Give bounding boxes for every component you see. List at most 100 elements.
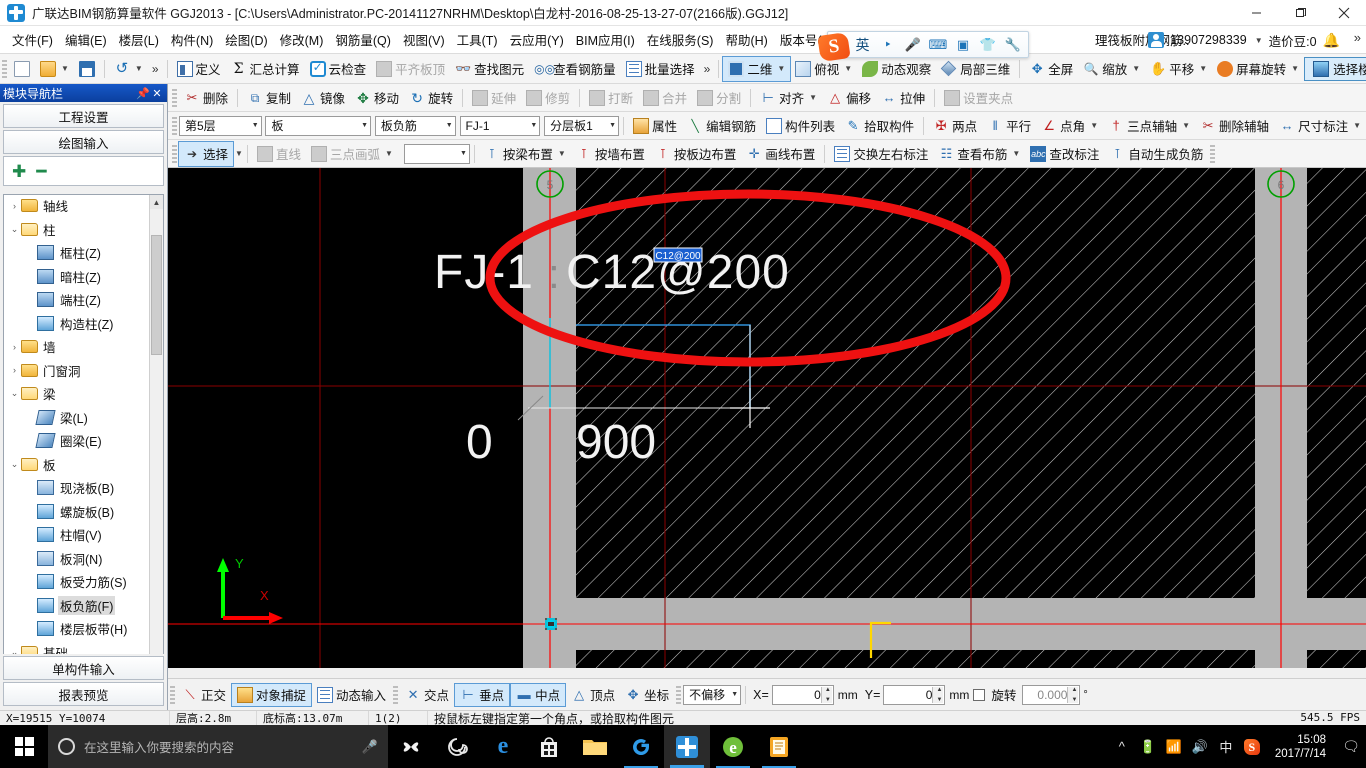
modify-move-button[interactable]: ✥ 移动: [350, 86, 404, 110]
menu-bim-app[interactable]: BIM应用(I): [570, 27, 641, 52]
quick-open-button[interactable]: ▼: [35, 57, 74, 81]
toolbar-2d-button[interactable]: 二维 ▼: [722, 55, 792, 82]
rotate-up-icon[interactable]: ▲: [1071, 687, 1077, 693]
modify-rotate-button[interactable]: ↻ 旋转: [404, 86, 458, 110]
tree-item[interactable]: › 墙: [4, 335, 149, 359]
edit-annotation-button[interactable]: abc 查改标注: [1025, 142, 1104, 166]
menu-draw[interactable]: 绘图(D): [219, 27, 273, 52]
taskbar-clock[interactable]: 15:08 2017/7/14: [1265, 725, 1336, 768]
menu-online-svc[interactable]: 在线服务(S): [641, 27, 720, 52]
three-point-axis-button[interactable]: † 三点辅轴 ▼: [1103, 114, 1195, 138]
account-chevron-down-icon[interactable]: ▼: [1255, 36, 1263, 45]
taskbar-app-edge[interactable]: e: [480, 725, 526, 768]
component-tree[interactable]: 框柱(Z)剪力墙(Q)梁(L)现浇板(B)›轴线⌄柱框柱(Z)暗柱(Z)端柱(Z…: [3, 194, 164, 679]
ortho-button[interactable]: ⟍ 正交: [177, 683, 231, 707]
layer-combo-chevron-down-icon[interactable]: ▼: [603, 122, 616, 129]
rotate-down-icon[interactable]: ▼: [1071, 697, 1077, 703]
row1-overflow-left-icon[interactable]: »: [700, 62, 715, 76]
select-tool-chevron-down-icon[interactable]: ▼: [235, 149, 243, 158]
floor-combo[interactable]: 第5层 ▼: [179, 115, 262, 136]
modify-mirror-button[interactable]: △ 镜像: [296, 86, 350, 110]
tray-volume-icon[interactable]: 🔊: [1187, 725, 1213, 768]
tree-item[interactable]: 板洞(N): [4, 547, 149, 571]
taskbar-app-ggj[interactable]: [664, 725, 710, 768]
tree-expand-icon[interactable]: ›: [8, 342, 21, 352]
coins-label[interactable]: 造价豆:0: [1269, 31, 1317, 50]
collapse-all-icon[interactable]: ━: [36, 163, 46, 180]
screen-rotate-chevron-down-icon[interactable]: ▼: [1291, 64, 1299, 73]
taskbar-app-explorer[interactable]: [572, 725, 618, 768]
tree-expand-icon[interactable]: ›: [8, 365, 21, 375]
ime-tools-icon[interactable]: 🔧: [1005, 36, 1021, 54]
tree-item[interactable]: 框柱(Z): [4, 241, 149, 265]
open-chevron-down-icon[interactable]: ▼: [61, 64, 69, 73]
zoom-chevron-down-icon[interactable]: ▼: [1132, 64, 1140, 73]
menu-file[interactable]: 文件(F): [6, 27, 59, 52]
tree-scroll-thumb[interactable]: [151, 235, 162, 355]
component-type-combo[interactable]: 板负筋 ▼: [374, 115, 456, 136]
three-point-axis-chevron-down-icon[interactable]: ▼: [1182, 121, 1190, 130]
taskbar-app-ie[interactable]: e: [710, 725, 756, 768]
tree-item[interactable]: 现浇板(B): [4, 476, 149, 500]
arc-chevron-down-icon[interactable]: ▼: [385, 149, 393, 158]
toolbar-pan-button[interactable]: ✋ 平移 ▼: [1145, 57, 1212, 81]
offset-y-up-icon[interactable]: ▲: [936, 687, 942, 693]
search-mic-icon[interactable]: 🎤: [362, 739, 378, 755]
sogou-logo-icon[interactable]: S: [817, 32, 851, 62]
start-button[interactable]: [0, 725, 48, 768]
menu-view[interactable]: 视图(V): [397, 27, 451, 52]
modify-offset-button[interactable]: △ 偏移: [822, 86, 876, 110]
point-angle-chevron-down-icon[interactable]: ▼: [1090, 121, 1098, 130]
taskbar-app-spiral[interactable]: [434, 725, 480, 768]
tray-sogou-icon[interactable]: S: [1239, 725, 1265, 768]
project-settings-button[interactable]: 工程设置: [3, 104, 164, 128]
tree-item[interactable]: 暗柱(Z): [4, 265, 149, 289]
tray-ime-lang-icon[interactable]: 中: [1213, 725, 1239, 768]
component-toolbar-grip[interactable]: [172, 116, 177, 135]
toolbar-summary-calc-button[interactable]: Σ 汇总计算: [226, 57, 305, 81]
by-slab-edge-button[interactable]: ⊺ 按板边布置: [650, 142, 742, 166]
align-chevron-down-icon[interactable]: ▼: [809, 93, 817, 102]
category-combo-chevron-down-icon[interactable]: ▼: [355, 122, 368, 129]
toolbar-find-element-button[interactable]: 👓 查找图元: [450, 57, 529, 81]
menu-edit[interactable]: 编辑(E): [59, 27, 113, 52]
offset-x-input[interactable]: 0 ▲ ▼: [771, 684, 834, 705]
view-rebar-layout-chevron-down-icon[interactable]: ▼: [1012, 149, 1020, 158]
taskbar-app-notes[interactable]: [756, 725, 802, 768]
tray-expand-icon[interactable]: ^: [1109, 725, 1135, 768]
ime-mic-icon[interactable]: 🎤: [905, 36, 921, 54]
snap-group-grip[interactable]: [393, 685, 399, 704]
vertex-snap-button[interactable]: △ 顶点: [566, 683, 620, 707]
topview-chevron-down-icon[interactable]: ▼: [844, 64, 852, 73]
coordinate-snap-button[interactable]: ✥ 坐标: [620, 683, 674, 707]
offset-mode-chevron-down-icon[interactable]: ▼: [725, 691, 738, 698]
two-point-button[interactable]: ✠ 两点: [928, 114, 982, 138]
ime-calendar-icon[interactable]: ▣: [955, 36, 971, 54]
tree-item[interactable]: 板受力筋(S): [4, 570, 149, 594]
perpendicular-snap-button[interactable]: ⊢ 垂点: [454, 682, 511, 707]
dynamic-input-button[interactable]: 动态输入: [312, 683, 391, 707]
object-snap-button[interactable]: 对象捕捉: [231, 682, 313, 707]
menu-modify[interactable]: 修改(M): [274, 27, 330, 52]
quick-undo-button[interactable]: ↺ ▼: [109, 57, 148, 81]
tree-item[interactable]: › 轴线: [4, 195, 149, 218]
view-rebar-layout-button[interactable]: ☷ 查看布筋 ▼: [933, 142, 1025, 166]
toolbar-cloud-check-button[interactable]: 云检查: [305, 57, 372, 81]
tree-item[interactable]: ⌄ 板: [4, 453, 149, 477]
tree-collapse-icon[interactable]: ⌄: [8, 459, 21, 470]
quick-save-button[interactable]: [74, 57, 100, 81]
modify-copy-button[interactable]: ⧉ 复制: [242, 86, 296, 110]
dimension-button[interactable]: ↔ 尺寸标注 ▼: [1274, 114, 1366, 138]
quick-new-button[interactable]: [9, 57, 35, 81]
snap-toolbar-grip[interactable]: [170, 685, 175, 704]
panel-pin-icon[interactable]: 📌: [136, 87, 150, 100]
toolbar-fullscreen-button[interactable]: ✥ 全屏: [1024, 57, 1078, 81]
tree-collapse-icon[interactable]: ⌄: [8, 224, 21, 235]
component-combo-chevron-down-icon[interactable]: ▼: [524, 122, 537, 129]
toolbar-local3d-button[interactable]: 局部三维: [936, 57, 1015, 81]
property-button[interactable]: 属性: [628, 114, 682, 138]
panel-close-icon[interactable]: ✕: [150, 87, 164, 100]
tray-battery-icon[interactable]: 🔋: [1135, 725, 1161, 768]
tree-scroll-up-icon[interactable]: ▲: [150, 195, 163, 209]
sogou-ime-bar[interactable]: S 英 ‣ 🎤 ⌨ ▣ 👕 🔧: [817, 31, 1029, 62]
